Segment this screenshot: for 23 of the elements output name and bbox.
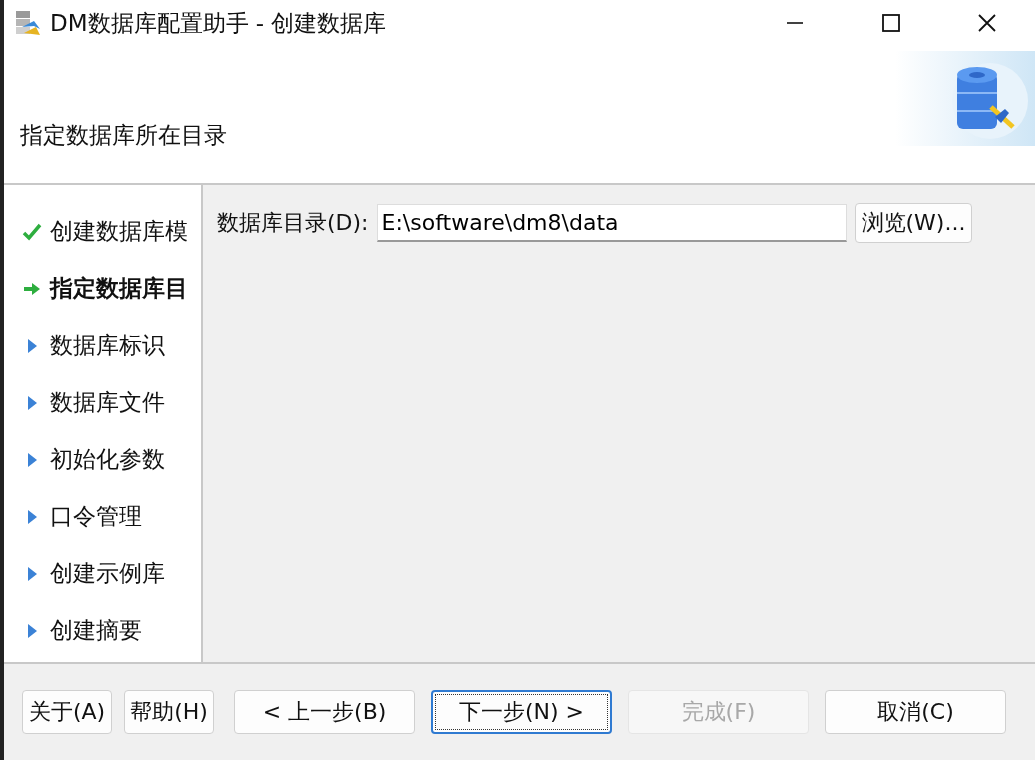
step-item: 创建数据库模	[4, 203, 201, 260]
page-subtitle: 指定数据库所在目录	[20, 121, 227, 150]
step-item: 初始化参数	[4, 431, 201, 488]
step-item: 指定数据库目	[4, 260, 201, 317]
step-item: 数据库标识	[4, 317, 201, 374]
check-icon	[22, 221, 42, 242]
wizard-button[interactable]: 关于(A)	[22, 690, 112, 734]
maximize-icon	[881, 13, 901, 33]
wizard-button[interactable]: < 上一步(B)	[234, 690, 415, 734]
wizard-button[interactable]: 下一步(N) >	[431, 690, 612, 734]
step-item: 口令管理	[4, 488, 201, 545]
field-label: 数据库目录(D):	[217, 209, 369, 237]
window-title: DM数据库配置助手 - 创建数据库	[50, 8, 387, 38]
directory-field[interactable]: E:\software\dm8\data	[376, 204, 847, 242]
step-item: 创建摘要	[4, 602, 201, 659]
step-item: 创建示例库	[4, 545, 201, 602]
step-item: 数据库文件	[4, 374, 201, 431]
wizard-button[interactable]: 取消(C)	[825, 690, 1006, 734]
browse-button[interactable]: 浏览(W)...	[854, 203, 973, 243]
wizard-button[interactable]: 帮助(H)	[124, 690, 214, 734]
minimize-icon	[787, 22, 803, 24]
close-icon	[977, 13, 997, 33]
app-icon	[14, 9, 42, 37]
